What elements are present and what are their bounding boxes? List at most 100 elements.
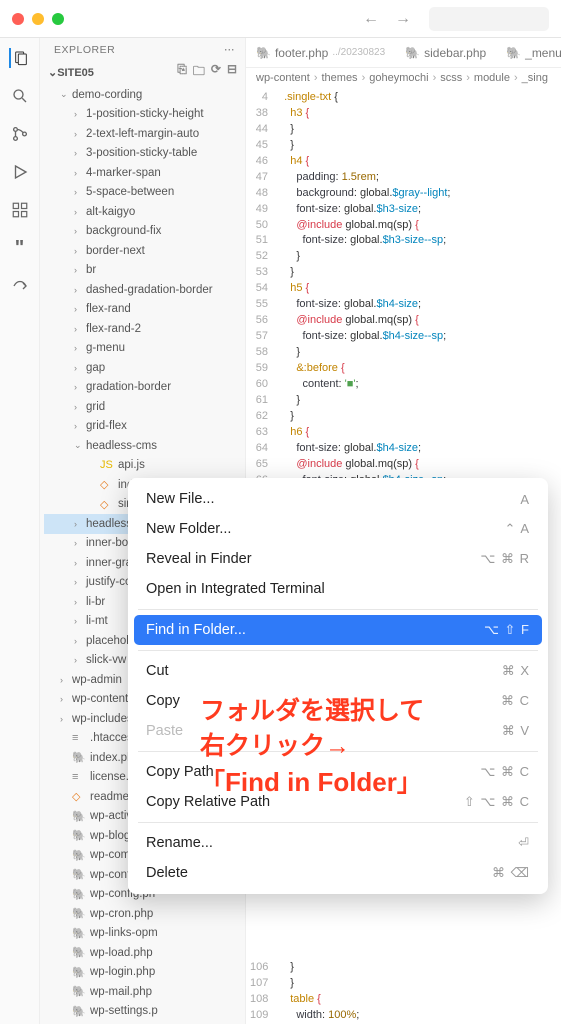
menu-item[interactable]: New Folder... ⌃ A [128,514,548,544]
menu-item-label: Rename... [146,835,213,851]
folder-item[interactable]: ⌄demo-cording [44,85,245,105]
folder-item[interactable]: ›gap [44,358,245,378]
line-number: 49 [250,202,278,218]
share-icon[interactable] [10,276,30,296]
line-number: 65 [250,457,278,473]
folder-item[interactable]: ›br [44,261,245,281]
tree-item-label: api.js [118,459,145,471]
menu-item[interactable]: Delete ⌘ ⌫ [128,858,548,888]
run-debug-icon[interactable] [10,162,30,182]
close-window-icon[interactable] [12,13,24,25]
collapse-icon[interactable]: ⊟ [227,62,237,83]
html-file-icon: ◇ [100,478,114,491]
folder-item[interactable]: ›alt-kaigyo [44,202,245,222]
file-item[interactable]: 🐘wp-links-opm [44,924,245,944]
breadcrumb-item[interactable]: scss [440,72,462,84]
php-file-icon: 🐘 [72,985,86,998]
minimize-window-icon[interactable] [32,13,44,25]
line-number: 61 [250,393,278,409]
file-item[interactable]: 🐘wp-cron.php [44,904,245,924]
line-number: 51 [250,233,278,249]
folder-item[interactable]: ›gradation-border [44,378,245,398]
breadcrumb-item[interactable]: _sing [522,72,548,84]
tree-item-label: wp-settings.p [90,1005,158,1017]
editor-tab[interactable]: 🐘sidebar.php [395,38,496,67]
menu-item-label: New File... [146,491,215,507]
tree-item-label: g-menu [86,342,125,354]
folder-item[interactable]: ›3-position-sticky-table [44,144,245,164]
menu-item: Paste ⌘ V [128,716,548,746]
tree-item-label: li-br [86,596,105,608]
code-editor[interactable]: 4 .single-txt {38 h3 {44 }45 }46 h4 {47 … [246,88,561,536]
quote-icon[interactable]: " [10,238,30,258]
breadcrumb[interactable]: wp-content›themes›goheymochi›scss›module… [246,68,561,88]
breadcrumb-item[interactable]: themes [321,72,357,84]
php-file-icon: 🐘 [72,751,86,764]
line-number: 38 [250,106,278,122]
folder-item[interactable]: ›dashed-gradation-border [44,280,245,300]
folder-item[interactable]: ›g-menu [44,339,245,359]
tab-label: _menu-butt [525,46,561,60]
menu-shortcut: ⌘ C [501,693,530,709]
folder-item[interactable]: ›4-marker-span [44,163,245,183]
explorer-more-icon[interactable]: ⋯ [224,44,235,56]
menu-item[interactable]: Copy Path ⌥ ⌘ C [128,757,548,787]
breadcrumb-item[interactable]: goheymochi [369,72,428,84]
file-item[interactable]: 🐘wp-login.php [44,963,245,983]
menu-item[interactable]: Open in Integrated Terminal [128,574,548,604]
tree-item-label: 5-space-between [86,186,174,198]
extensions-icon[interactable] [10,200,30,220]
zoom-window-icon[interactable] [52,13,64,25]
menu-item[interactable]: New File... A [128,484,548,514]
menu-item[interactable]: Rename... ⏎ [128,828,548,858]
nav-forward-icon[interactable]: → [395,10,411,28]
file-icon: 🐘 [405,46,420,60]
command-center[interactable] [429,7,549,31]
menu-item[interactable]: Reveal in Finder ⌥ ⌘ R [128,544,548,574]
menu-item-label: New Folder... [146,521,231,537]
file-item[interactable]: 🐘wp-settings.p [44,1002,245,1022]
menu-item[interactable]: Cut ⌘ X [128,656,548,686]
menu-shortcut: ⇧ ⌥ ⌘ C [464,794,530,810]
chevron-icon: › [74,402,84,412]
refresh-icon[interactable]: ⟳ [211,62,221,83]
folder-item[interactable]: ›grid-flex [44,417,245,437]
tree-item-label: 4-marker-span [86,167,161,179]
tree-item-label: wp-cron.php [90,908,153,920]
menu-item[interactable]: Copy ⌘ C [128,686,548,716]
folder-item[interactable]: ›flex-rand [44,300,245,320]
tree-item-label: alt-kaigyo [86,206,135,218]
menu-item[interactable]: Copy Relative Path ⇧ ⌥ ⌘ C [128,787,548,817]
nav-back-icon[interactable]: ← [363,10,379,28]
folder-item[interactable]: ›2-text-left-margin-auto [44,124,245,144]
menu-shortcut: A [520,492,530,507]
new-file-icon[interactable]: ⎘ [177,62,187,83]
folder-item[interactable]: ›flex-rand-2 [44,319,245,339]
menu-item[interactable]: Find in Folder... ⌥ ⇧ F [134,615,542,645]
folder-item[interactable]: ›grid [44,397,245,417]
html-file-icon: ◇ [100,498,114,511]
line-number: 47 [250,170,278,186]
code-editor-bottom[interactable]: 106 }107 }108 table {109 width: 100%; [246,958,561,1024]
breadcrumb-item[interactable]: wp-content [256,72,310,84]
line-number: 62 [250,409,278,425]
new-folder-icon[interactable]: 🗀 [193,62,205,83]
chevron-icon: › [74,148,84,158]
folder-item[interactable]: ›background-fix [44,222,245,242]
traffic-lights [12,13,64,25]
source-control-icon[interactable] [10,124,30,144]
file-item[interactable]: 🐘wp-load.php [44,943,245,963]
folder-item[interactable]: ⌄headless-cms [44,436,245,456]
editor-tab[interactable]: 🐘_menu-butt [496,38,561,67]
explorer-icon[interactable] [9,48,29,68]
folder-item[interactable]: ›1-position-sticky-height [44,105,245,125]
breadcrumb-item[interactable]: module [474,72,510,84]
folder-item[interactable]: ›border-next [44,241,245,261]
folder-item[interactable]: ›5-space-between [44,183,245,203]
editor-tab[interactable]: 🐘footer.php../20230823 [246,38,395,67]
search-icon[interactable] [10,86,30,106]
project-header[interactable]: ⌄ SITE05 ⎘ 🗀 ⟳ ⊟ [40,60,245,85]
menu-shortcut: ⏎ [518,835,530,851]
file-item[interactable]: JSapi.js [44,456,245,476]
file-item[interactable]: 🐘wp-mail.php [44,982,245,1002]
